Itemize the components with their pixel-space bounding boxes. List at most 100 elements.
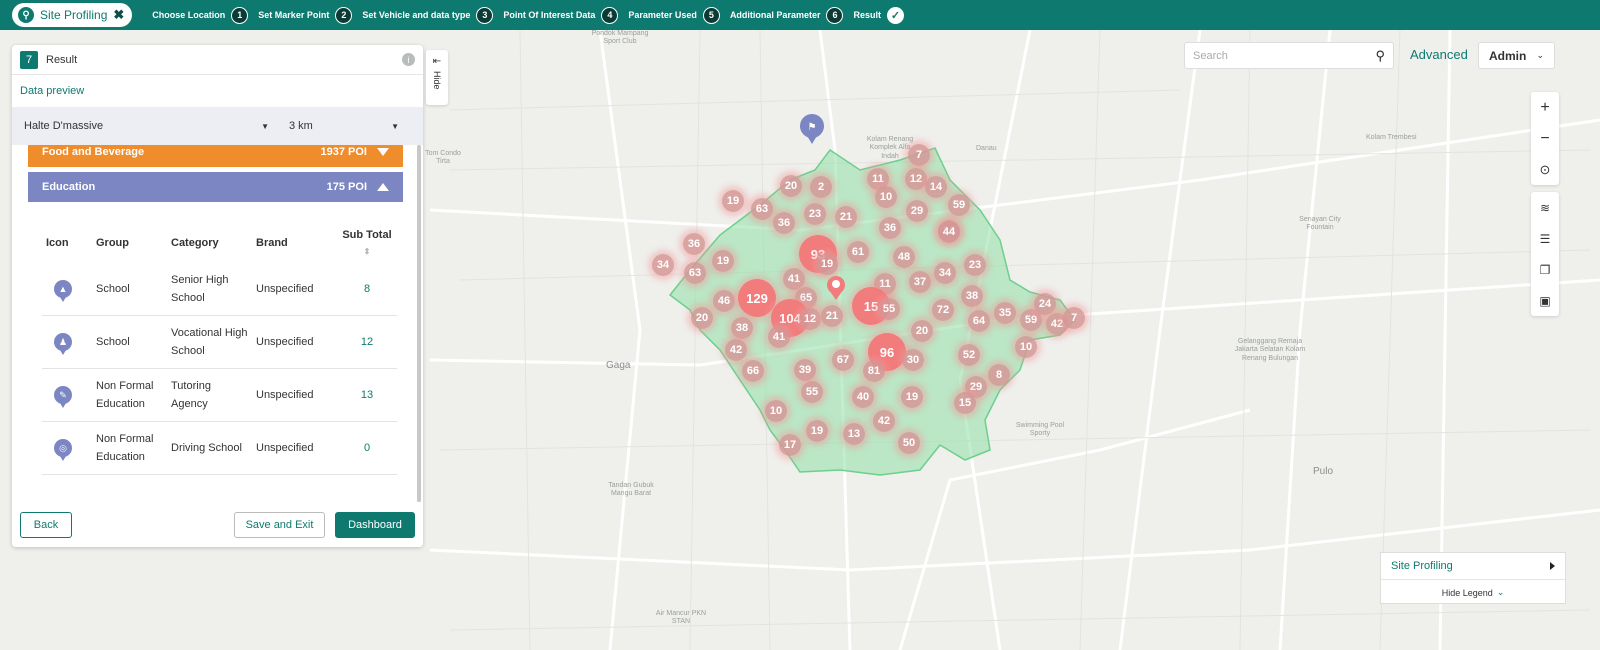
basemap-icon[interactable]: ❐ [1531,254,1559,285]
col-subtotal[interactable]: Sub Total ⇕ [337,223,397,263]
hide-panel-tab[interactable]: ⇤ Hide [426,50,448,105]
step-set-vehicle[interactable]: Set Vehicle and data type 3 [362,6,494,24]
poi-cluster[interactable]: 19 [816,253,838,275]
step-poi-data[interactable]: Point Of Interest Data 4 [503,6,619,24]
poi-cluster[interactable]: 7 [1063,307,1085,329]
poi-cluster[interactable]: 21 [821,305,843,327]
poi-cluster[interactable]: 29 [906,200,928,222]
poi-cluster[interactable]: 39 [794,359,816,381]
poi-cluster[interactable]: 72 [932,299,954,321]
poi-cluster[interactable]: 20 [780,175,802,197]
step-result[interactable]: Result ✓ [853,6,904,24]
poi-cluster[interactable]: 42 [873,410,895,432]
poi-cluster[interactable]: 35 [994,302,1016,324]
poi-cluster[interactable]: 10 [875,186,897,208]
poi-cluster[interactable]: 13 [843,423,865,445]
app-pill[interactable]: ⚲ Site Profiling ✖ [12,3,133,27]
table-row[interactable]: ♟ School Vocational High School Unspecif… [42,315,397,369]
poi-cluster[interactable]: 12 [799,308,821,330]
poi-cluster[interactable]: 46 [713,290,735,312]
poi-cluster[interactable]: 17 [779,434,801,456]
poi-cluster[interactable]: 41 [768,326,790,348]
poi-cluster[interactable]: 23 [804,203,826,225]
poi-cluster[interactable]: 12 [905,168,927,190]
poi-cluster[interactable]: 63 [684,262,706,284]
poi-cluster[interactable]: 40 [852,386,874,408]
poi-cluster[interactable]: 14 [925,176,947,198]
poi-cluster[interactable]: 20 [691,307,713,329]
poi-cluster[interactable]: 129 [738,279,776,317]
hide-legend-button[interactable]: Hide Legend ⌄ [1381,580,1565,605]
poi-cluster[interactable]: 59 [948,194,970,216]
poi-cluster[interactable]: 66 [742,360,764,382]
user-menu[interactable]: Admin ⌄ [1478,42,1555,69]
sort-icon[interactable]: ⇕ [364,247,371,256]
search-icon[interactable]: ⚲ [1375,48,1385,64]
poi-cluster[interactable]: 52 [958,344,980,366]
poi-cluster[interactable]: 81 [863,360,885,382]
poi-cluster[interactable]: 20 [911,320,933,342]
zoom-in-button[interactable]: + [1531,92,1559,123]
save-exit-button[interactable]: Save and Exit [234,511,325,538]
category-education[interactable]: Education 175 POI [28,172,403,202]
poi-cluster[interactable]: 10 [1015,336,1037,358]
poi-cluster[interactable]: 42 [725,339,747,361]
poi-cluster[interactable]: 34 [934,262,956,284]
zoom-out-button[interactable]: − [1531,123,1559,154]
poi-cluster[interactable]: 30 [902,349,924,371]
poi-cluster[interactable]: 23 [964,254,986,276]
back-button[interactable]: Back [20,511,72,538]
poi-cluster[interactable]: 15 [954,392,976,414]
dashboard-button[interactable]: Dashboard [335,511,415,538]
step-parameter-used[interactable]: Parameter Used 5 [628,6,720,24]
poi-cluster[interactable]: 63 [751,198,773,220]
scrollbar-thumb[interactable] [417,145,421,502]
poi-cluster[interactable]: 44 [938,221,960,243]
poi-cluster[interactable]: 34 [652,254,674,276]
poi-cluster[interactable]: 36 [879,217,901,239]
poi-cluster[interactable]: 48 [893,246,915,268]
poi-cluster[interactable]: 36 [683,233,705,255]
poi-cluster[interactable]: 24 [1034,293,1056,315]
poi-cluster[interactable]: 36 [773,212,795,234]
poi-cluster[interactable]: 19 [806,420,828,442]
step-additional-parameter[interactable]: Additional Parameter 6 [730,6,844,24]
poi-cluster[interactable]: 38 [961,285,983,307]
info-icon[interactable]: i [402,53,415,66]
poi-cluster[interactable]: 19 [722,190,744,212]
poi-cluster[interactable]: 19 [712,250,734,272]
poi-cluster[interactable]: 10 [765,400,787,422]
poi-cluster[interactable]: 19 [901,386,923,408]
poi-cluster[interactable]: 55 [801,381,823,403]
poi-cluster[interactable]: 61 [847,241,869,263]
step-choose-location[interactable]: Choose Location 1 [152,6,249,24]
search-input[interactable] [1193,49,1376,62]
poi-cluster[interactable]: 8 [988,364,1010,386]
poi-cluster[interactable]: 64 [968,310,990,332]
collapse-icon[interactable] [377,183,389,191]
table-row[interactable]: ✎ Non Formal Education Tutoring Agency U… [42,368,397,422]
poi-cluster[interactable]: 55 [878,298,900,320]
legend-item-site-profiling[interactable]: Site Profiling [1381,553,1565,580]
folder-icon[interactable]: ▣ [1531,285,1559,316]
poi-list[interactable]: Food and Beverage 1937 POI Education 175… [12,145,423,502]
table-row[interactable]: ◎ Non Formal Education Driving School Un… [42,421,397,475]
advanced-link[interactable]: Advanced [1410,47,1468,62]
filter-sliders-icon[interactable]: ☰ [1531,223,1559,254]
poi-cluster[interactable]: 21 [835,206,857,228]
poi-cluster[interactable]: 50 [898,432,920,454]
scrollbar[interactable] [417,145,421,502]
locate-icon[interactable]: ⊙ [1531,154,1559,185]
expand-icon[interactable] [377,148,389,156]
location-select[interactable]: Halte D'massive ▼ [24,120,269,132]
poi-cluster[interactable]: 2 [810,176,832,198]
layers-icon[interactable]: ≋ [1531,192,1559,223]
radius-select[interactable]: 3 km ▼ [289,120,399,132]
table-row[interactable]: ▲ School Senior High School Unspecified … [42,263,397,316]
poi-cluster[interactable]: 67 [832,349,854,371]
category-food-beverage[interactable]: Food and Beverage 1937 POI [28,145,403,167]
close-icon[interactable]: ✖ [113,7,124,23]
data-preview-tab[interactable]: Data preview [12,75,423,107]
poi-cluster[interactable]: 7 [908,144,930,166]
poi-cluster[interactable]: 38 [731,317,753,339]
